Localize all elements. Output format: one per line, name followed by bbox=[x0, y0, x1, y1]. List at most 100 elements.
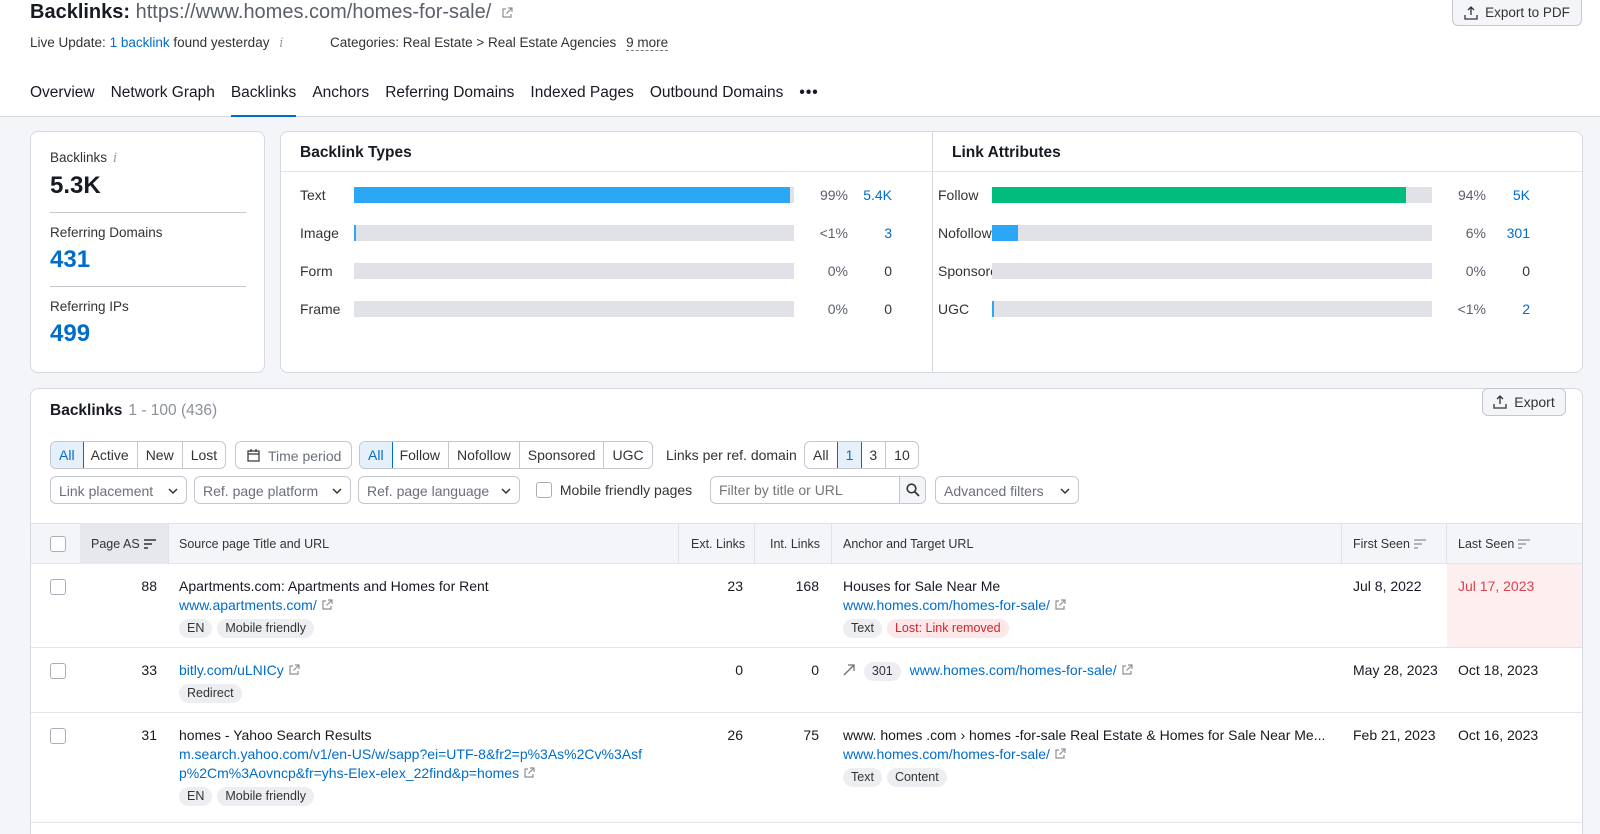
status-lost[interactable]: Lost bbox=[183, 442, 225, 468]
type-all[interactable]: All bbox=[359, 442, 393, 468]
mobile-friendly-checkbox[interactable] bbox=[536, 482, 552, 499]
tab-indexed-pages[interactable]: Indexed Pages bbox=[530, 84, 633, 117]
calendar-icon bbox=[247, 449, 260, 462]
tabs-more-button[interactable]: ••• bbox=[799, 84, 818, 117]
int-links-value[interactable]: 168 bbox=[770, 577, 819, 596]
info-icon[interactable]: i bbox=[279, 36, 283, 51]
external-link-icon[interactable] bbox=[1121, 664, 1133, 676]
status-active[interactable]: Active bbox=[83, 442, 138, 468]
backlink-type-count[interactable]: 5.4K bbox=[852, 187, 892, 203]
link-attribute-count[interactable]: 5K bbox=[1490, 187, 1530, 203]
info-icon[interactable]: i bbox=[113, 151, 117, 166]
link-attribute-bar-track bbox=[992, 187, 1432, 203]
source-url-link[interactable]: m.search.yahoo.com/v1/en-US/w/sapp?ei=UT… bbox=[179, 746, 642, 762]
mobile-tag: Mobile friendly bbox=[217, 619, 314, 638]
time-period-button[interactable]: Time period bbox=[235, 441, 352, 469]
select-all-checkbox[interactable] bbox=[50, 536, 66, 552]
link-attribute-bar-fill bbox=[992, 187, 1406, 203]
col-last-seen-label: Last Seen bbox=[1458, 537, 1515, 551]
int-links-value[interactable]: 0 bbox=[770, 661, 819, 680]
per-domain-1[interactable]: 1 bbox=[836, 442, 863, 468]
link-attribute-count[interactable]: 301 bbox=[1490, 225, 1530, 241]
target-url-link[interactable]: www.homes.com/homes-for-sale/ bbox=[843, 597, 1050, 613]
col-anchor[interactable]: Anchor and Target URL bbox=[843, 537, 973, 551]
source-url-link[interactable]: bitly.com/uLNICy bbox=[179, 662, 284, 678]
tab-backlinks[interactable]: Backlinks bbox=[230, 84, 297, 117]
page-as-value: 33 bbox=[141, 662, 157, 678]
sort-icon[interactable] bbox=[1518, 539, 1531, 549]
advanced-filters-label: Advanced filters bbox=[944, 483, 1044, 499]
source-url[interactable]: m.search.yahoo.com/v1/en-US/w/sapp?ei=UT… bbox=[179, 745, 642, 764]
target-url[interactable]: www.homes.com/homes-for-sale/ bbox=[843, 596, 1066, 615]
source-url-link[interactable]: www.apartments.com/ bbox=[179, 597, 317, 613]
target-url-link[interactable]: www.homes.com/homes-for-sale/ bbox=[843, 746, 1050, 762]
type-sponsored[interactable]: Sponsored bbox=[520, 442, 605, 468]
stat-value[interactable]: 431 bbox=[50, 246, 246, 274]
first-seen-value: Feb 21, 2023 bbox=[1353, 727, 1436, 743]
row-checkbox[interactable] bbox=[50, 579, 66, 596]
source-url[interactable]: bitly.com/uLNICy bbox=[179, 661, 300, 680]
per-domain-3[interactable]: 3 bbox=[861, 442, 887, 468]
col-first-seen[interactable]: First Seen bbox=[1353, 537, 1426, 551]
col-page-as[interactable]: Page AS bbox=[91, 537, 156, 551]
sort-icon[interactable] bbox=[1413, 539, 1426, 549]
ref-platform-dropdown[interactable]: Ref. page platform bbox=[194, 476, 351, 504]
col-int-links[interactable]: Int. Links bbox=[770, 537, 820, 551]
tab-network-graph[interactable]: Network Graph bbox=[111, 84, 215, 117]
live-update-link[interactable]: 1 backlink bbox=[110, 35, 170, 50]
external-link-icon[interactable] bbox=[523, 767, 535, 779]
status-all[interactable]: All bbox=[51, 442, 84, 468]
export-button[interactable]: Export bbox=[1482, 388, 1566, 416]
ext-links-value[interactable]: 26 bbox=[691, 726, 743, 745]
col-source[interactable]: Source page Title and URL bbox=[179, 537, 329, 551]
external-link-icon[interactable] bbox=[501, 7, 513, 19]
source-url[interactable]: www.apartments.com/ bbox=[179, 596, 333, 615]
tab-referring-domains[interactable]: Referring Domains bbox=[385, 84, 514, 117]
per-domain-10[interactable]: 10 bbox=[886, 442, 918, 468]
tab-outbound-domains[interactable]: Outbound Domains bbox=[650, 84, 784, 117]
tab-anchors[interactable]: Anchors bbox=[312, 84, 369, 117]
backlink-type-count[interactable]: 3 bbox=[852, 225, 892, 241]
per-domain-all[interactable]: All bbox=[805, 442, 838, 468]
external-link-icon[interactable] bbox=[321, 599, 333, 611]
target-url[interactable]: www.homes.com/homes-for-sale/ bbox=[843, 745, 1066, 764]
col-ext-links[interactable]: Ext. Links bbox=[691, 537, 745, 551]
external-link-icon[interactable] bbox=[1054, 599, 1066, 611]
external-link-icon[interactable] bbox=[1054, 748, 1066, 760]
type-ugc[interactable]: UGC bbox=[604, 442, 651, 468]
stat-referring-domains[interactable]: Referring Domains 431 bbox=[50, 212, 246, 274]
select-all[interactable] bbox=[50, 536, 66, 552]
link-placement-dropdown[interactable]: Link placement bbox=[50, 476, 187, 504]
upload-icon bbox=[1464, 5, 1478, 20]
backlink-type-row: Frame 0% 0 bbox=[300, 298, 900, 320]
ext-links-value[interactable]: 0 bbox=[691, 661, 743, 680]
int-links-value[interactable]: 75 bbox=[770, 726, 819, 745]
column-divider bbox=[831, 524, 832, 564]
stat-value[interactable]: 499 bbox=[50, 320, 246, 348]
row-checkbox[interactable] bbox=[50, 663, 66, 680]
mobile-friendly-toggle[interactable]: Mobile friendly pages bbox=[536, 481, 692, 499]
col-last-seen[interactable]: Last Seen bbox=[1458, 537, 1531, 551]
sort-desc-icon[interactable] bbox=[143, 539, 156, 549]
type-nofollow[interactable]: Nofollow bbox=[449, 442, 520, 468]
column-divider bbox=[678, 524, 679, 564]
source-url-link-cont[interactable]: p%2Cm%3Aovncp&fr=yhs-Elex-elex_22find&p=… bbox=[179, 765, 519, 781]
external-link-icon[interactable] bbox=[288, 664, 300, 676]
categories-more-link[interactable]: 9 more bbox=[626, 35, 669, 51]
link-attribute-count[interactable]: 2 bbox=[1490, 301, 1530, 317]
status-new[interactable]: New bbox=[138, 442, 183, 468]
ref-language-dropdown[interactable]: Ref. page language bbox=[358, 476, 520, 504]
export-pdf-button[interactable]: Export to PDF bbox=[1452, 0, 1582, 26]
type-follow[interactable]: Follow bbox=[392, 442, 450, 468]
tab-overview[interactable]: Overview bbox=[30, 84, 95, 117]
page-title-url[interactable]: https://www.homes.com/homes-for-sale/ bbox=[136, 1, 492, 23]
link-attribute-name: Nofollow bbox=[938, 225, 992, 241]
row-checkbox[interactable] bbox=[50, 728, 66, 745]
advanced-filters-dropdown[interactable]: Advanced filters bbox=[935, 476, 1079, 504]
target-url-link[interactable]: www.homes.com/homes-for-sale/ bbox=[910, 662, 1117, 678]
ext-links-value[interactable]: 23 bbox=[691, 577, 743, 596]
source-url-cont[interactable]: p%2Cm%3Aovncp&fr=yhs-Elex-elex_22find&p=… bbox=[179, 764, 535, 783]
search-input[interactable] bbox=[711, 477, 899, 503]
stat-referring-ips[interactable]: Referring IPs 499 bbox=[50, 286, 246, 348]
search-button[interactable] bbox=[899, 477, 925, 503]
